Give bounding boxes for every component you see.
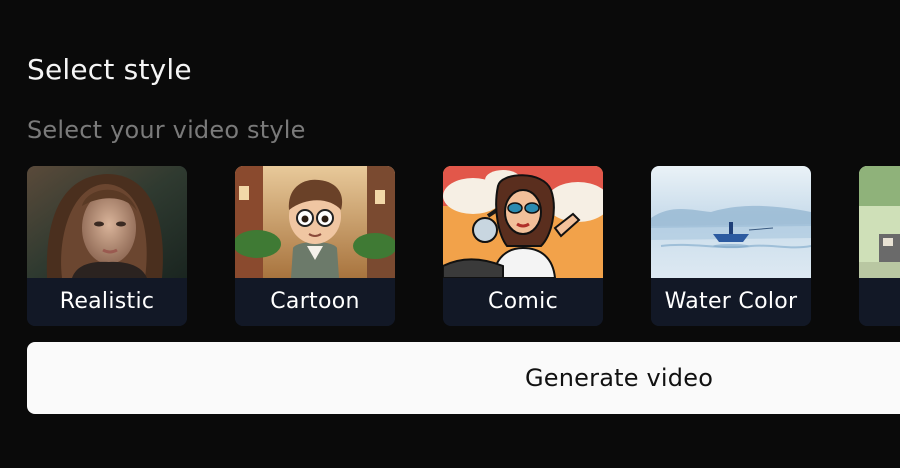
- style-option-water-color[interactable]: Water Color: [651, 166, 811, 326]
- style-options-list: Realistic Cartoon Comic Water Color: [27, 166, 900, 326]
- style-option-cartoon[interactable]: Cartoon: [235, 166, 395, 326]
- watercolor-boat-image: [651, 166, 811, 278]
- style-selection-panel: Select style Select your video style Rea…: [0, 0, 900, 468]
- page-title: Select style: [27, 53, 192, 86]
- page-subtitle: Select your video style: [27, 116, 306, 144]
- generate-video-label: Generate video: [525, 364, 714, 392]
- style-option-label: Water Color: [651, 278, 811, 326]
- style-option-comic[interactable]: Comic: [443, 166, 603, 326]
- style-option-partial[interactable]: [859, 166, 900, 326]
- style-option-label: Comic: [443, 278, 603, 326]
- realistic-portrait-image: [27, 166, 187, 278]
- comic-motorcycle-woman-image: [443, 166, 603, 278]
- style-option-label: [859, 278, 900, 326]
- cartoon-boy-image: [235, 166, 395, 278]
- style-option-label: Cartoon: [235, 278, 395, 326]
- style-option-realistic[interactable]: Realistic: [27, 166, 187, 326]
- partial-style-image: [859, 166, 900, 278]
- style-option-label: Realistic: [27, 278, 187, 326]
- generate-video-button[interactable]: Generate video: [27, 342, 900, 414]
